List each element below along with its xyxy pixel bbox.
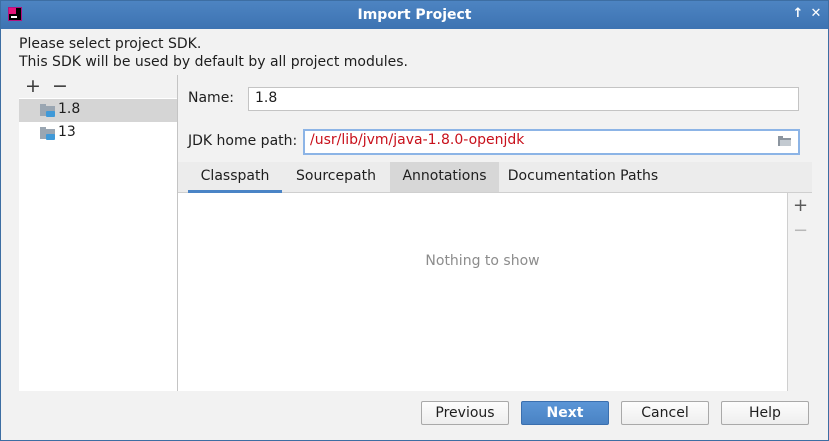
sdk-item-13[interactable]: 13 <box>19 122 177 145</box>
empty-list-text: Nothing to show <box>425 253 540 269</box>
title-bar[interactable]: Import Project ↑ ✕ <box>1 1 828 29</box>
sdk-list-panel: + − 1.8 13 <box>19 75 178 391</box>
remove-path-button[interactable]: − <box>793 222 808 240</box>
tab-annotations[interactable]: Annotations <box>390 162 499 192</box>
add-sdk-button[interactable]: + <box>25 76 41 96</box>
import-project-dialog: Import Project ↑ ✕ Please select project… <box>0 0 829 441</box>
sdk-item-label: 13 <box>58 124 76 140</box>
remove-sdk-button[interactable]: − <box>52 76 68 96</box>
name-field-value: 1.8 <box>255 90 278 106</box>
intro-line-1: Please select project SDK. <box>19 36 202 52</box>
tab-sourcepath[interactable]: Sourcepath <box>284 162 388 192</box>
intro-text: Please select project SDK. This SDK will… <box>19 35 408 71</box>
sdk-list: 1.8 13 <box>19 98 178 391</box>
paths-toolbar: + − <box>788 193 812 391</box>
sdk-item-label: 1.8 <box>58 101 81 117</box>
name-field[interactable]: 1.8 <box>248 87 799 111</box>
tab-classpath[interactable]: Classpath <box>188 162 282 193</box>
maximize-icon[interactable]: ↑ <box>790 6 806 22</box>
cancel-button[interactable]: Cancel <box>621 401 709 425</box>
jdk-home-path-field[interactable]: /usr/lib/jvm/java-1.8.0-openjdk <box>303 129 800 155</box>
next-button[interactable]: Next <box>521 401 609 425</box>
window-title: Import Project <box>357 7 472 23</box>
paths-list[interactable]: Nothing to show <box>178 193 788 391</box>
browse-folder-icon[interactable] <box>778 136 792 146</box>
sdk-list-toolbar: + − <box>19 75 178 97</box>
jdk-home-path-value: /usr/lib/jvm/java-1.8.0-openjdk <box>310 132 525 148</box>
add-path-button[interactable]: + <box>793 197 808 215</box>
help-button[interactable]: Help <box>721 401 809 425</box>
tab-documentation-paths[interactable]: Documentation Paths <box>501 162 665 192</box>
sdk-paths-tabs: Classpath Sourcepath Annotations Documen… <box>178 162 812 193</box>
previous-button[interactable]: Previous <box>421 401 509 425</box>
jdk-home-path-label: JDK home path: <box>188 133 298 149</box>
intro-line-2: This SDK will be used by default by all … <box>19 54 409 70</box>
close-icon[interactable]: ✕ <box>808 6 824 22</box>
name-label: Name: <box>188 90 235 106</box>
jdk-folder-icon <box>40 127 56 140</box>
sdk-item-1-8[interactable]: 1.8 <box>19 99 177 122</box>
jdk-folder-icon <box>40 104 56 117</box>
